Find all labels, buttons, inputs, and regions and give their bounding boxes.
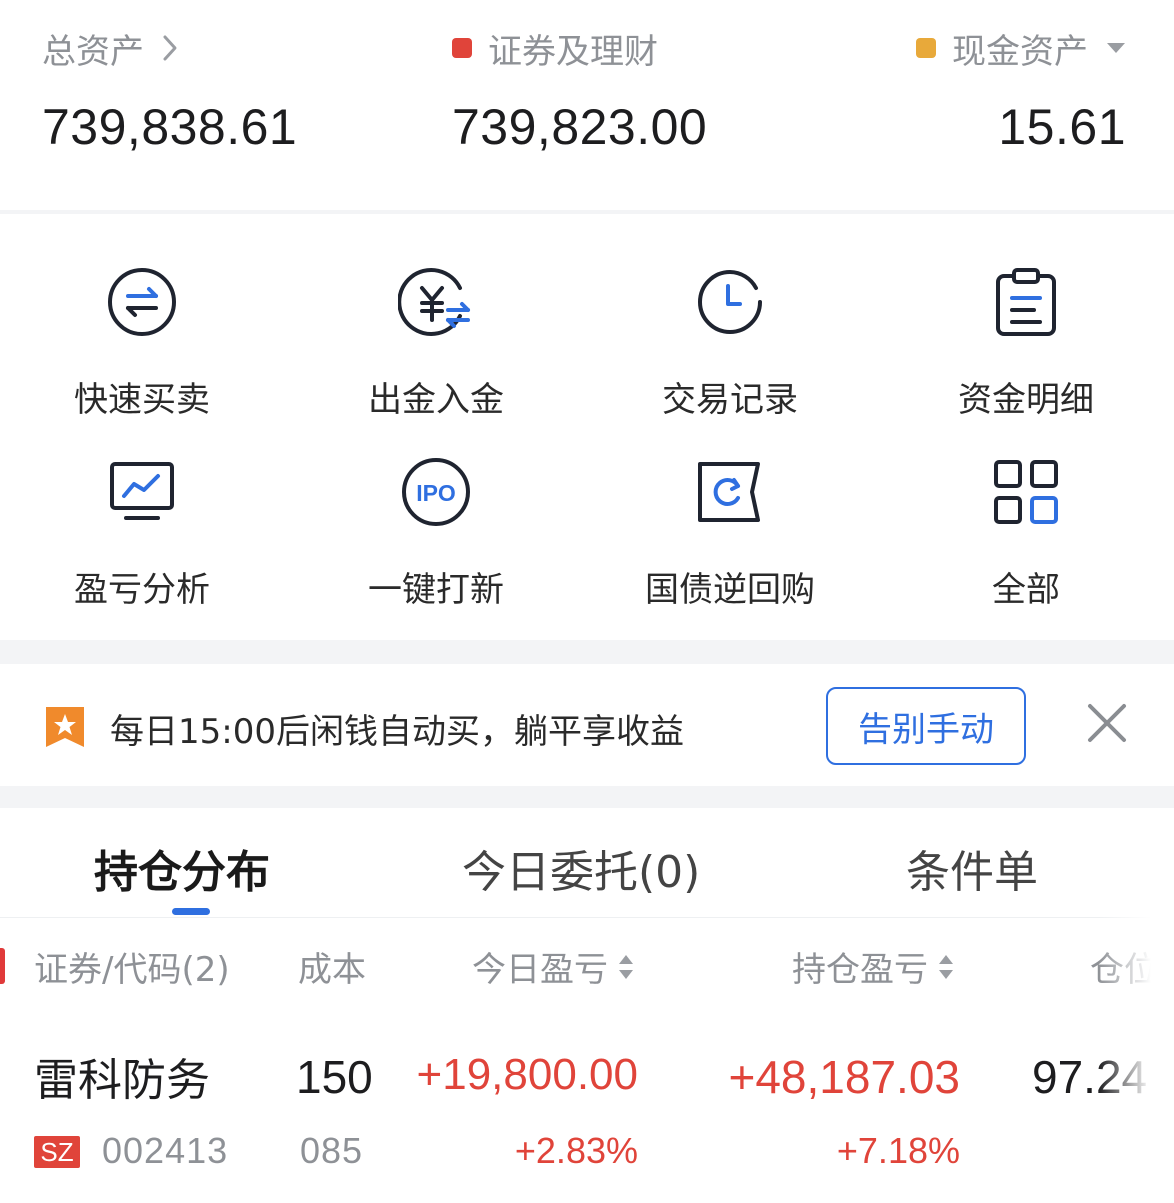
svg-text:IPO: IPO — [416, 480, 456, 506]
holdings-panel: 持仓分布 今日委托(0) 条件单 证券/代码(2) 成本 今日盈亏 持仓盈亏 仓… — [0, 808, 1174, 1203]
holding-pl-percent: +7.18% — [836, 1130, 960, 1171]
header-security: 证券/代码(2) — [34, 950, 230, 990]
ipo-icon: IPO — [316, 452, 556, 532]
sort-icon — [618, 952, 634, 982]
deposit-withdraw-button[interactable]: 出金入金 — [316, 262, 556, 421]
pl-analysis-label: 盈亏分析 — [74, 570, 210, 610]
securities-assets: 证券及理财 739,823.00 — [452, 26, 707, 156]
deposit-withdraw-label: 出金入金 — [368, 380, 504, 420]
asset-summary: 总资产 739,838.61 证券及理财 739,823.00 现金资产 15.… — [0, 0, 1174, 210]
total-assets[interactable]: 总资产 739,838.61 — [42, 26, 297, 156]
cash-assets-label: 现金资产 — [952, 31, 1088, 72]
table-row[interactable]: 雷科防务 SZ 002413 150 085 +19,800.00 +2.83%… — [0, 1022, 1174, 1202]
star-badge-icon — [44, 705, 86, 753]
bond-repo-icon — [610, 452, 850, 532]
fund-details-button[interactable]: 资金明细 — [906, 262, 1146, 421]
bond-repo-label: 国债逆回购 — [645, 570, 815, 610]
cash-assets[interactable]: 现金资产 15.61 — [916, 26, 1126, 156]
clock-icon — [610, 262, 850, 342]
promo-banner: 每日15:00后闲钱自动买，躺平享收益 告别手动 — [0, 664, 1174, 786]
securities-legend-dot — [452, 38, 472, 58]
tab-today-orders[interactable]: 今日委托(0) — [462, 836, 700, 900]
auto-invest-button[interactable]: 告别手动 — [826, 687, 1026, 765]
close-icon[interactable] — [1084, 700, 1130, 750]
chart-monitor-icon — [22, 452, 262, 532]
all-functions-label: 全部 — [992, 570, 1060, 610]
header-today-pl[interactable]: 今日盈亏 — [472, 942, 634, 991]
scroll-fade — [1098, 808, 1174, 1203]
sort-icon — [938, 952, 954, 982]
total-assets-label: 总资产 — [42, 31, 144, 72]
header-today-pl-label: 今日盈亏 — [472, 950, 608, 990]
caret-down-icon[interactable] — [1106, 41, 1126, 55]
header-cost: 成本 — [298, 950, 366, 990]
clipboard-icon — [906, 262, 1146, 342]
header-marker — [0, 948, 5, 984]
cost-price: 150 — [296, 1051, 373, 1103]
tab-holdings[interactable]: 持仓分布 — [94, 836, 270, 900]
ipo-subscribe-label: 一键打新 — [368, 570, 504, 610]
total-assets-value: 739,838.61 — [42, 99, 298, 155]
bond-repo-button[interactable]: 国债逆回购 — [610, 452, 850, 611]
securities-assets-label: 证券及理财 — [488, 31, 658, 72]
market-badge: SZ — [34, 1136, 80, 1168]
pl-analysis-button[interactable]: 盈亏分析 — [22, 452, 262, 611]
active-tab-indicator — [172, 908, 210, 915]
cash-legend-dot — [916, 38, 936, 58]
holdings-table-header: 证券/代码(2) 成本 今日盈亏 持仓盈亏 仓位 — [0, 920, 1174, 1010]
function-grid: 快速买卖 出金入金 交易记录 资金明细 盈亏分析 IPO 一键打新 国债逆回购 … — [0, 214, 1174, 640]
cost-price-decimals: 085 — [300, 1130, 364, 1171]
ipo-subscribe-button[interactable]: IPO 一键打新 — [316, 452, 556, 611]
header-holding-pl[interactable]: 持仓盈亏 — [792, 942, 954, 991]
all-functions-button[interactable]: 全部 — [906, 452, 1146, 611]
fund-details-label: 资金明细 — [958, 380, 1094, 420]
holdings-tabs: 持仓分布 今日委托(0) 条件单 — [0, 808, 1174, 918]
stock-name: 雷科防务 — [34, 1055, 210, 1106]
trade-history-button[interactable]: 交易记录 — [610, 262, 850, 421]
quick-trade-label: 快速买卖 — [74, 380, 210, 420]
swap-arrows-icon — [22, 262, 262, 342]
today-pl-value: +19,800.00 — [416, 1050, 638, 1099]
tab-conditional-orders[interactable]: 条件单 — [906, 836, 1038, 900]
cash-assets-value: 15.61 — [998, 99, 1126, 155]
yuan-transfer-icon — [316, 262, 556, 342]
header-holding-pl-label: 持仓盈亏 — [792, 950, 928, 990]
securities-assets-value: 739,823.00 — [452, 99, 708, 155]
promo-text: 每日15:00后闲钱自动买，躺平享收益 — [110, 712, 684, 752]
quick-trade-button[interactable]: 快速买卖 — [22, 262, 262, 421]
holding-pl-value: +48,187.03 — [728, 1051, 960, 1103]
grid-icon — [906, 452, 1146, 532]
stock-code: 002413 — [102, 1130, 229, 1171]
today-pl-percent: +2.83% — [514, 1130, 638, 1171]
chevron-right-icon[interactable] — [162, 34, 178, 62]
trade-history-label: 交易记录 — [662, 380, 798, 420]
